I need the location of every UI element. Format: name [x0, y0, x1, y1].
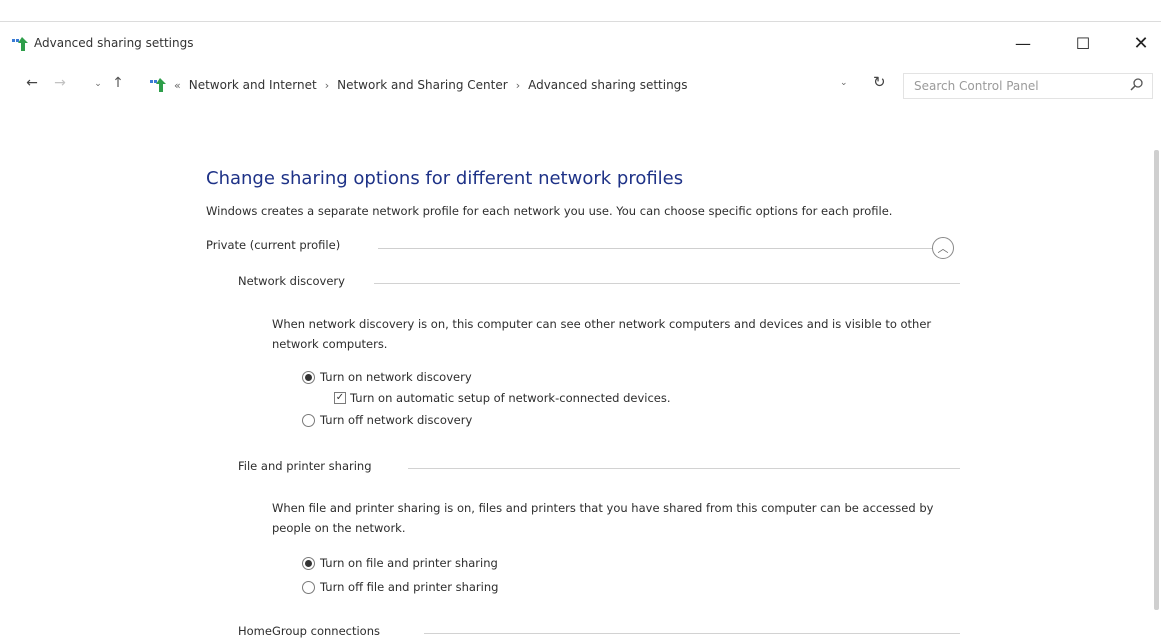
network-sharing-icon: [150, 78, 166, 92]
maximize-button[interactable]: ☐: [1060, 28, 1106, 58]
minimize-button[interactable]: —: [1000, 28, 1046, 58]
breadcrumb-separator-icon[interactable]: ›: [325, 79, 329, 92]
window-title: Advanced sharing settings: [34, 36, 194, 50]
profile-header-private: Private (current profile) ︿: [206, 237, 966, 259]
radio-selected[interactable]: [302, 556, 315, 570]
section-label: HomeGroup connections: [238, 624, 388, 638]
section-label: Network discovery: [238, 274, 353, 288]
recent-locations-icon[interactable]: ⌄: [88, 79, 108, 89]
checkmark-icon[interactable]: ✓: [334, 392, 346, 404]
back-arrow-icon[interactable]: ←: [22, 75, 42, 91]
address-dropdown-icon[interactable]: ⌄: [840, 78, 848, 88]
radio-unselected[interactable]: [302, 580, 315, 594]
radio-turn-off-file-sharing[interactable]: Turn off file and printer sharing: [302, 578, 498, 596]
radio-label: Turn on file and printer sharing: [320, 556, 498, 570]
radio-selected[interactable]: [302, 370, 315, 384]
radio-turn-off-network-discovery[interactable]: Turn off network discovery: [302, 411, 472, 429]
search-icon[interactable]: [1130, 77, 1144, 91]
section-description: When file and printer sharing is on, fil…: [272, 501, 934, 535]
address-bar[interactable]: « Network and Internet › Network and Sha…: [150, 72, 860, 98]
radio-turn-on-file-sharing[interactable]: Turn on file and printer sharing: [302, 554, 498, 572]
refresh-icon[interactable]: ↻: [873, 73, 886, 91]
page-title: Change sharing options for different net…: [206, 168, 684, 189]
radio-turn-on-network-discovery[interactable]: Turn on network discovery: [302, 368, 472, 386]
search-placeholder: Search Control Panel: [914, 79, 1039, 93]
profile-label: Private (current profile): [206, 238, 349, 252]
settings-content: Change sharing options for different net…: [0, 104, 1161, 638]
title-bar: Advanced sharing settings — ☐ ✕: [0, 22, 1161, 66]
checkbox-label: Turn on automatic setup of network-conne…: [350, 391, 671, 405]
search-input[interactable]: Search Control Panel: [903, 73, 1153, 99]
close-button[interactable]: ✕: [1118, 28, 1161, 58]
network-sharing-icon: [12, 37, 28, 51]
breadcrumb-network-and-sharing-center[interactable]: Network and Sharing Center: [337, 78, 508, 92]
radio-unselected[interactable]: [302, 413, 315, 427]
breadcrumb-overflow-icon[interactable]: «: [174, 79, 181, 92]
breadcrumb-network-and-internet[interactable]: Network and Internet: [189, 78, 317, 92]
divider: [378, 248, 933, 249]
checkbox-automatic-setup[interactable]: ✓ Turn on automatic setup of network-con…: [334, 389, 671, 407]
window-top-edge: [0, 0, 1161, 22]
radio-label: Turn on network discovery: [320, 370, 472, 384]
section-file-and-printer-sharing: File and printer sharing: [238, 459, 960, 477]
divider: [374, 283, 960, 284]
section-homegroup-connections: HomeGroup connections: [238, 624, 960, 638]
breadcrumb-advanced-sharing-settings[interactable]: Advanced sharing settings: [528, 78, 687, 92]
forward-arrow-icon[interactable]: →: [50, 75, 70, 91]
section-description: When network discovery is on, this compu…: [272, 317, 932, 351]
radio-label: Turn off file and printer sharing: [320, 580, 499, 594]
section-label: File and printer sharing: [238, 459, 380, 473]
divider: [424, 633, 960, 634]
divider: [408, 468, 960, 469]
section-network-discovery: Network discovery: [238, 274, 960, 292]
breadcrumb-separator-icon[interactable]: ›: [516, 79, 520, 92]
up-arrow-icon[interactable]: ↑: [108, 75, 128, 91]
radio-label: Turn off network discovery: [320, 413, 473, 427]
intro-text: Windows creates a separate network profi…: [206, 204, 893, 218]
collapse-chevron-icon[interactable]: ︿: [932, 237, 954, 259]
